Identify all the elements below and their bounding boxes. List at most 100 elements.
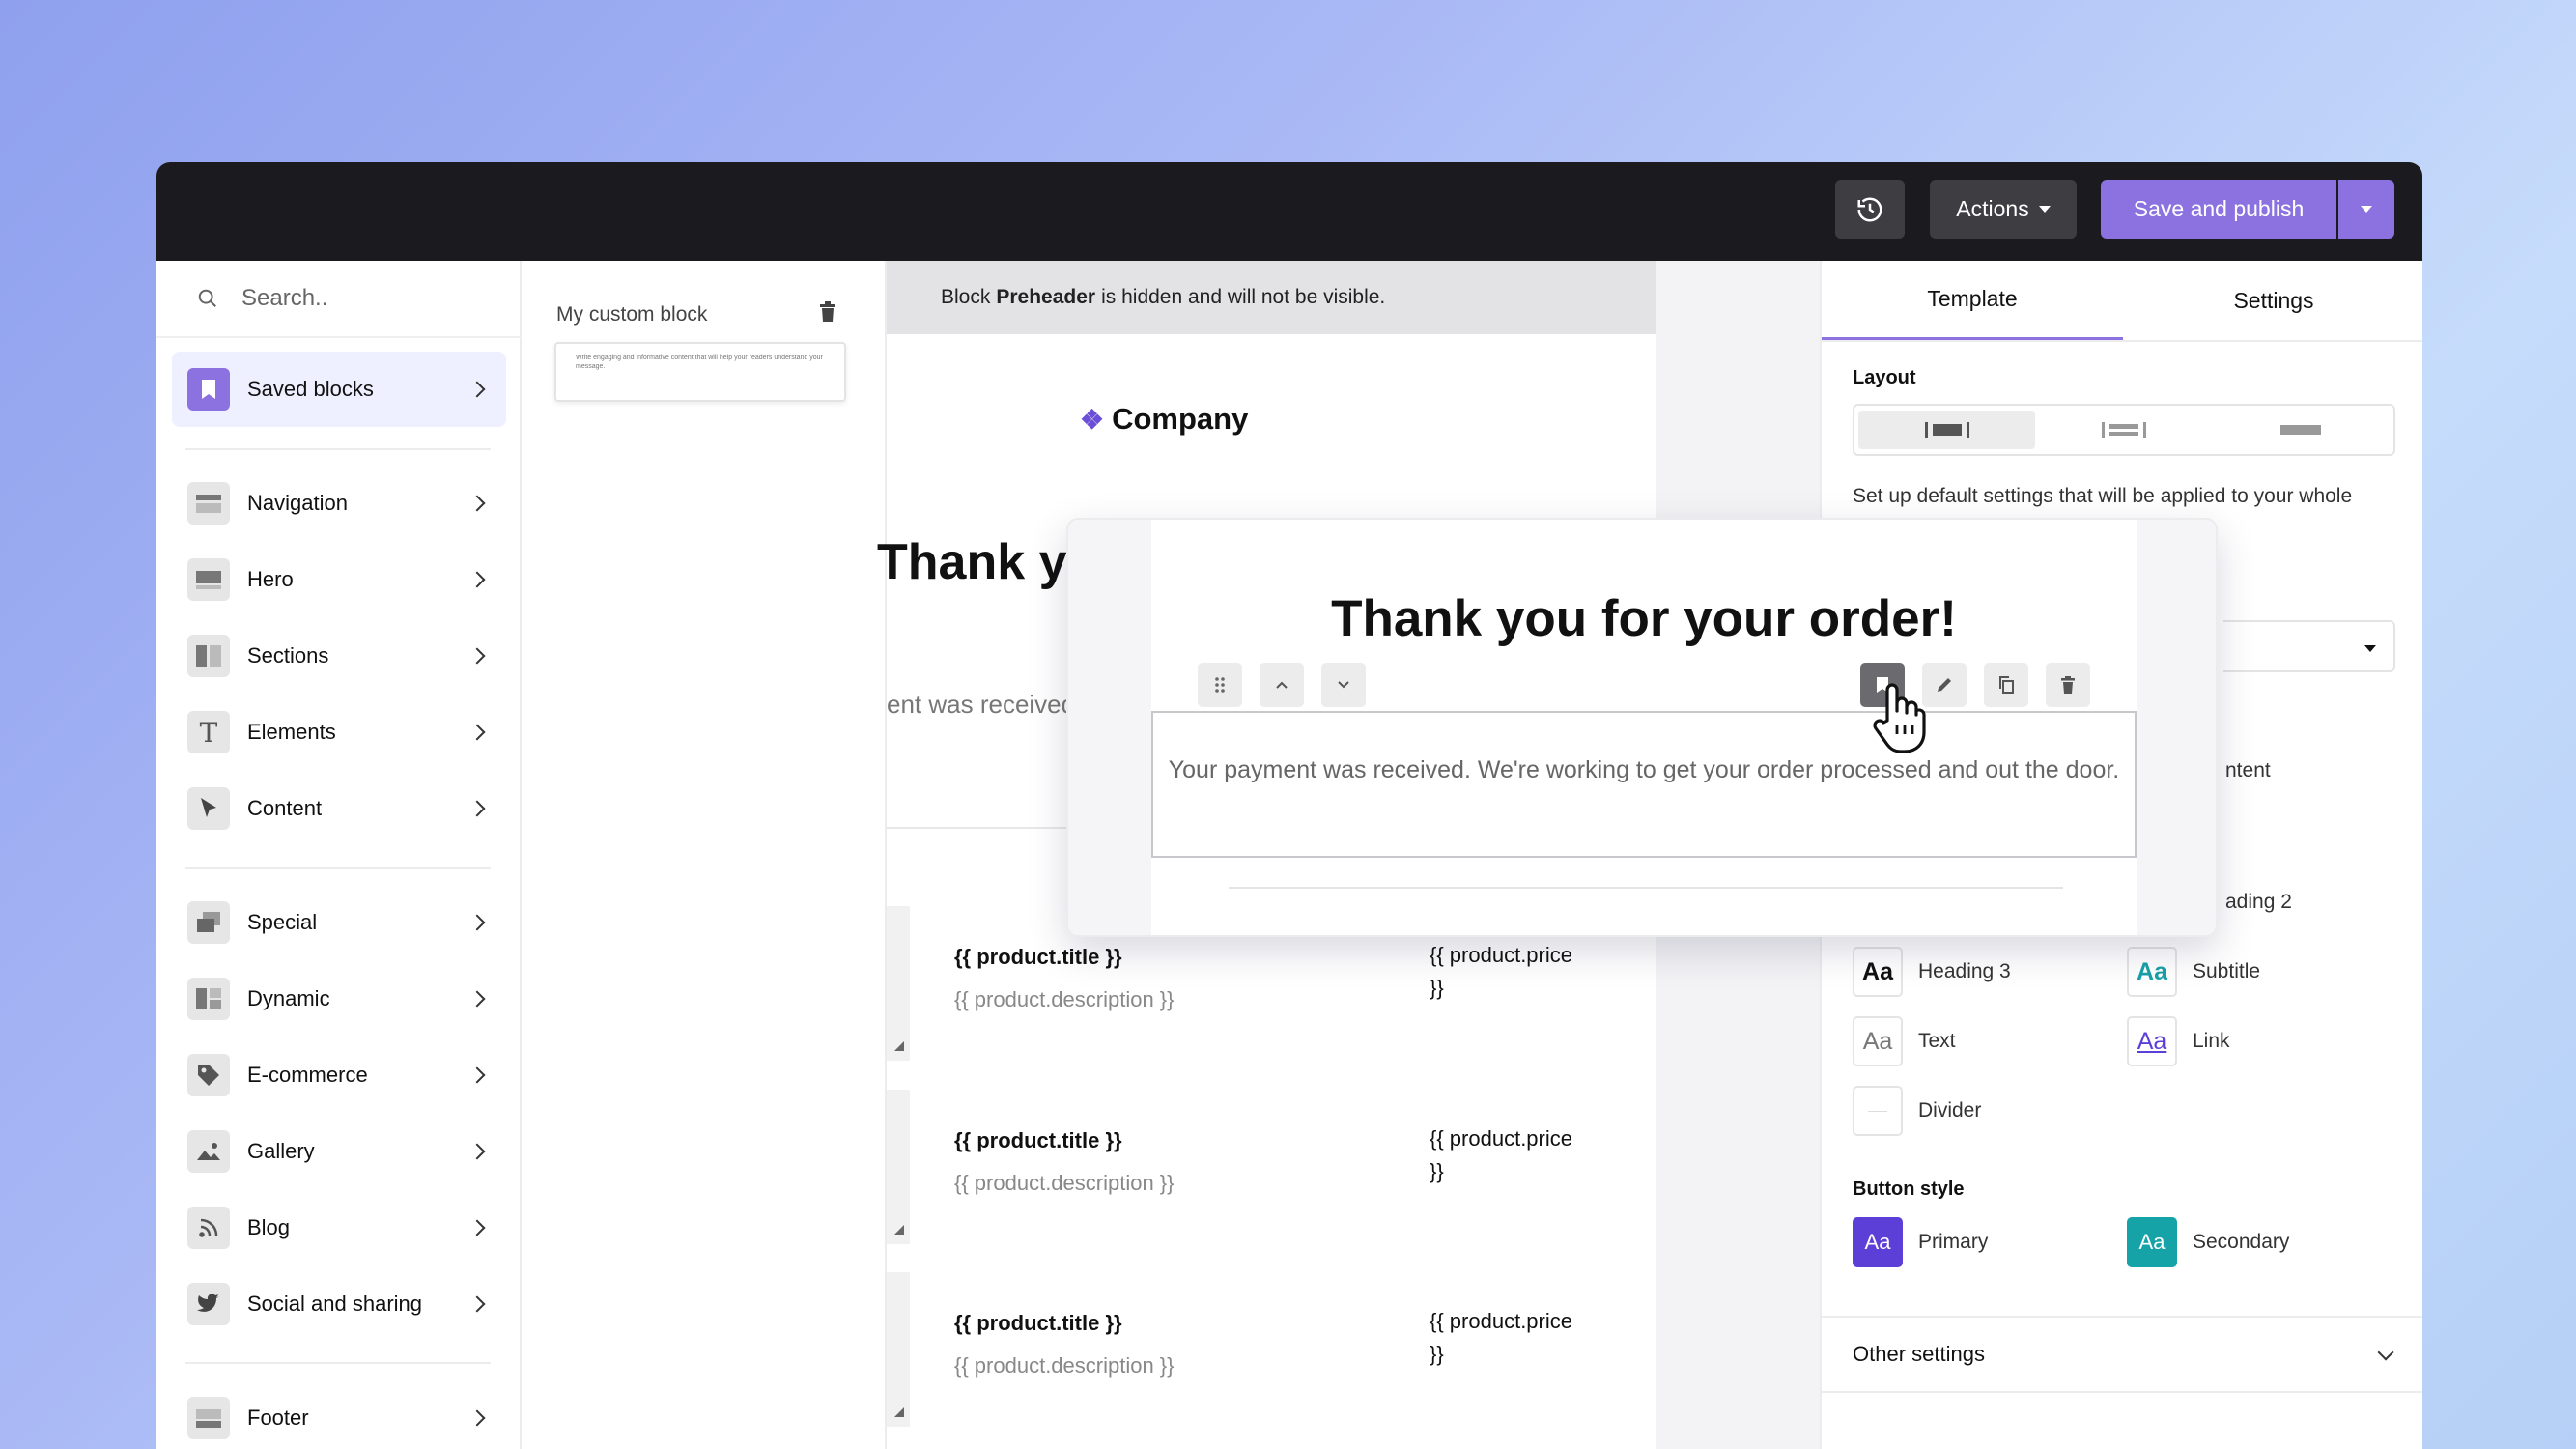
edit-block-button[interactable]: [1922, 663, 1967, 707]
save-options-dropdown[interactable]: [2338, 180, 2394, 239]
chevron-right-icon: [468, 647, 486, 665]
actions-button[interactable]: Actions: [1930, 180, 2077, 239]
saved-blocks-panel: My custom block Write engaging and infor…: [522, 261, 887, 1449]
tab-template[interactable]: Template: [1822, 261, 2123, 340]
logo-diamond-icon: ❖: [1080, 404, 1105, 435]
image-icon: [187, 1130, 230, 1173]
preview-paragraph: Your payment was received. We're working…: [1168, 756, 2120, 783]
product-title: {{ product.title }}: [954, 1128, 1122, 1152]
template-description: Set up default settings that will be app…: [1853, 485, 2353, 507]
button-style-primary[interactable]: Aa Primary: [1853, 1217, 1988, 1267]
top-bar: Actions Save and publish: [156, 162, 2422, 261]
product-description: {{ product.description }}: [954, 1171, 1175, 1195]
chevron-down-icon: [2377, 1344, 2394, 1361]
style-heading-3[interactable]: Aa Heading 3: [1853, 947, 2011, 997]
sidebar-item-sections[interactable]: Sections: [172, 618, 506, 694]
cursor-icon: [187, 787, 230, 830]
sidebar-item-special[interactable]: Special: [172, 885, 506, 960]
tab-settings[interactable]: Settings: [2123, 261, 2422, 340]
preview-heading[interactable]: Thank you for your order!: [1151, 589, 2137, 648]
product-row[interactable]: {{ product.title }} {{ product.descripti…: [887, 1272, 1656, 1427]
duplicate-block-button[interactable]: [1984, 663, 2028, 707]
style-sample: Aa: [2127, 947, 2177, 997]
custom-block-preview[interactable]: Write engaging and informative content t…: [554, 342, 846, 402]
sidebar-item-saved-blocks[interactable]: Saved blocks: [172, 352, 506, 427]
style-label: Text: [1918, 1030, 1956, 1052]
chevron-down-icon: [1338, 681, 1349, 689]
chevron-right-icon: [468, 1066, 486, 1084]
settings-dropdown[interactable]: [2223, 620, 2395, 672]
button-style-name: Primary: [1918, 1231, 1989, 1253]
layout-centered-icon: [1924, 422, 1969, 438]
history-button[interactable]: [1835, 180, 1905, 239]
chevron-up-icon: [1276, 681, 1288, 689]
layout-label: Layout: [1853, 367, 1916, 388]
company-logo[interactable]: ❖ Company: [1080, 402, 1248, 437]
sidebar-item-elements[interactable]: T Elements: [172, 695, 506, 770]
sidebar-item-hero[interactable]: Hero: [172, 542, 506, 617]
preheader-prefix: Block: [941, 286, 991, 308]
style-sample: [1853, 1086, 1903, 1136]
rss-icon: [187, 1207, 230, 1249]
layout-left-icon: [2101, 422, 2146, 438]
style-label-heading-2: ading 2: [2225, 891, 2292, 913]
product-row[interactable]: {{ product.title }} {{ product.descripti…: [887, 1090, 1656, 1244]
company-name: Company: [1112, 402, 1249, 436]
copy-icon: [1999, 676, 2014, 694]
selected-text-block[interactable]: Your payment was received. We're working…: [1151, 711, 2137, 858]
button-style-name: Secondary: [2193, 1231, 2290, 1253]
resize-handle-icon: [894, 1041, 904, 1051]
style-divider[interactable]: Divider: [1853, 1086, 1981, 1136]
product-title: {{ product.title }}: [954, 945, 1122, 969]
navigation-icon: [187, 482, 230, 525]
move-up-button[interactable]: [1260, 663, 1304, 707]
chevron-right-icon: [468, 1409, 486, 1427]
text-icon: T: [187, 711, 230, 753]
search-icon: [198, 289, 216, 307]
style-sample: Aa: [1853, 1016, 1903, 1066]
trash-icon: [820, 301, 835, 322]
other-settings-accordion[interactable]: Other settings: [1822, 1316, 2422, 1393]
button-style-label: Button style: [1853, 1179, 1965, 1200]
sidebar-item-label: Special: [247, 910, 318, 934]
button-style-secondary[interactable]: Aa Secondary: [2127, 1217, 2289, 1267]
style-label: Link: [2193, 1030, 2230, 1052]
block-preview-popover: Thank you for your order! Your payment w…: [1066, 518, 2218, 937]
sidebar-item-label: Gallery: [247, 1139, 315, 1163]
search-input[interactable]: Search..: [241, 285, 327, 312]
sidebar-item-dynamic[interactable]: Dynamic: [172, 961, 506, 1037]
style-text[interactable]: Aa Text: [1853, 1016, 1956, 1066]
delete-block-button[interactable]: [819, 301, 836, 327]
sidebar-item-navigation[interactable]: Navigation: [172, 466, 506, 541]
resize-handle-icon: [894, 1407, 904, 1417]
chevron-right-icon: [468, 1143, 486, 1160]
chevron-right-icon: [468, 1295, 486, 1313]
style-subtitle[interactable]: Aa Subtitle: [2127, 947, 2260, 997]
bookmark-icon: [187, 368, 230, 411]
move-down-button[interactable]: [1321, 663, 1366, 707]
sidebar-item-blog[interactable]: Blog: [172, 1190, 506, 1265]
style-link[interactable]: Aa Link: [2127, 1016, 2230, 1066]
sections-icon: [187, 635, 230, 677]
divider: [185, 448, 491, 450]
search-bar[interactable]: Search..: [156, 261, 522, 338]
sidebar-item-label: Sections: [247, 643, 329, 668]
layout-option-centered[interactable]: [1858, 411, 2036, 449]
sidebar-item-footer[interactable]: Footer: [172, 1380, 506, 1449]
save-and-publish-button[interactable]: Save and publish: [2101, 180, 2336, 239]
email-subtext[interactable]: ent was received: [887, 690, 1075, 720]
layout-option-left[interactable]: [2035, 411, 2212, 449]
sidebar-item-ecommerce[interactable]: E-commerce: [172, 1037, 506, 1113]
drag-handle[interactable]: [1198, 663, 1242, 707]
style-sample: Aa: [2127, 1016, 2177, 1066]
trash-icon: [2061, 676, 2075, 694]
product-price: {{ product.price }}: [1430, 943, 1572, 1000]
sidebar-item-social[interactable]: Social and sharing: [172, 1266, 506, 1342]
preheader-notice: Block Preheader is hidden and will not b…: [887, 261, 1656, 334]
sidebar-item-gallery[interactable]: Gallery: [172, 1114, 506, 1189]
chevron-down-icon: [2038, 206, 2051, 213]
layout-option-full[interactable]: [2213, 411, 2390, 449]
sidebar-item-content[interactable]: Content: [172, 771, 506, 846]
delete-block-button[interactable]: [2046, 663, 2090, 707]
email-heading[interactable]: Thank yo: [877, 533, 1070, 591]
